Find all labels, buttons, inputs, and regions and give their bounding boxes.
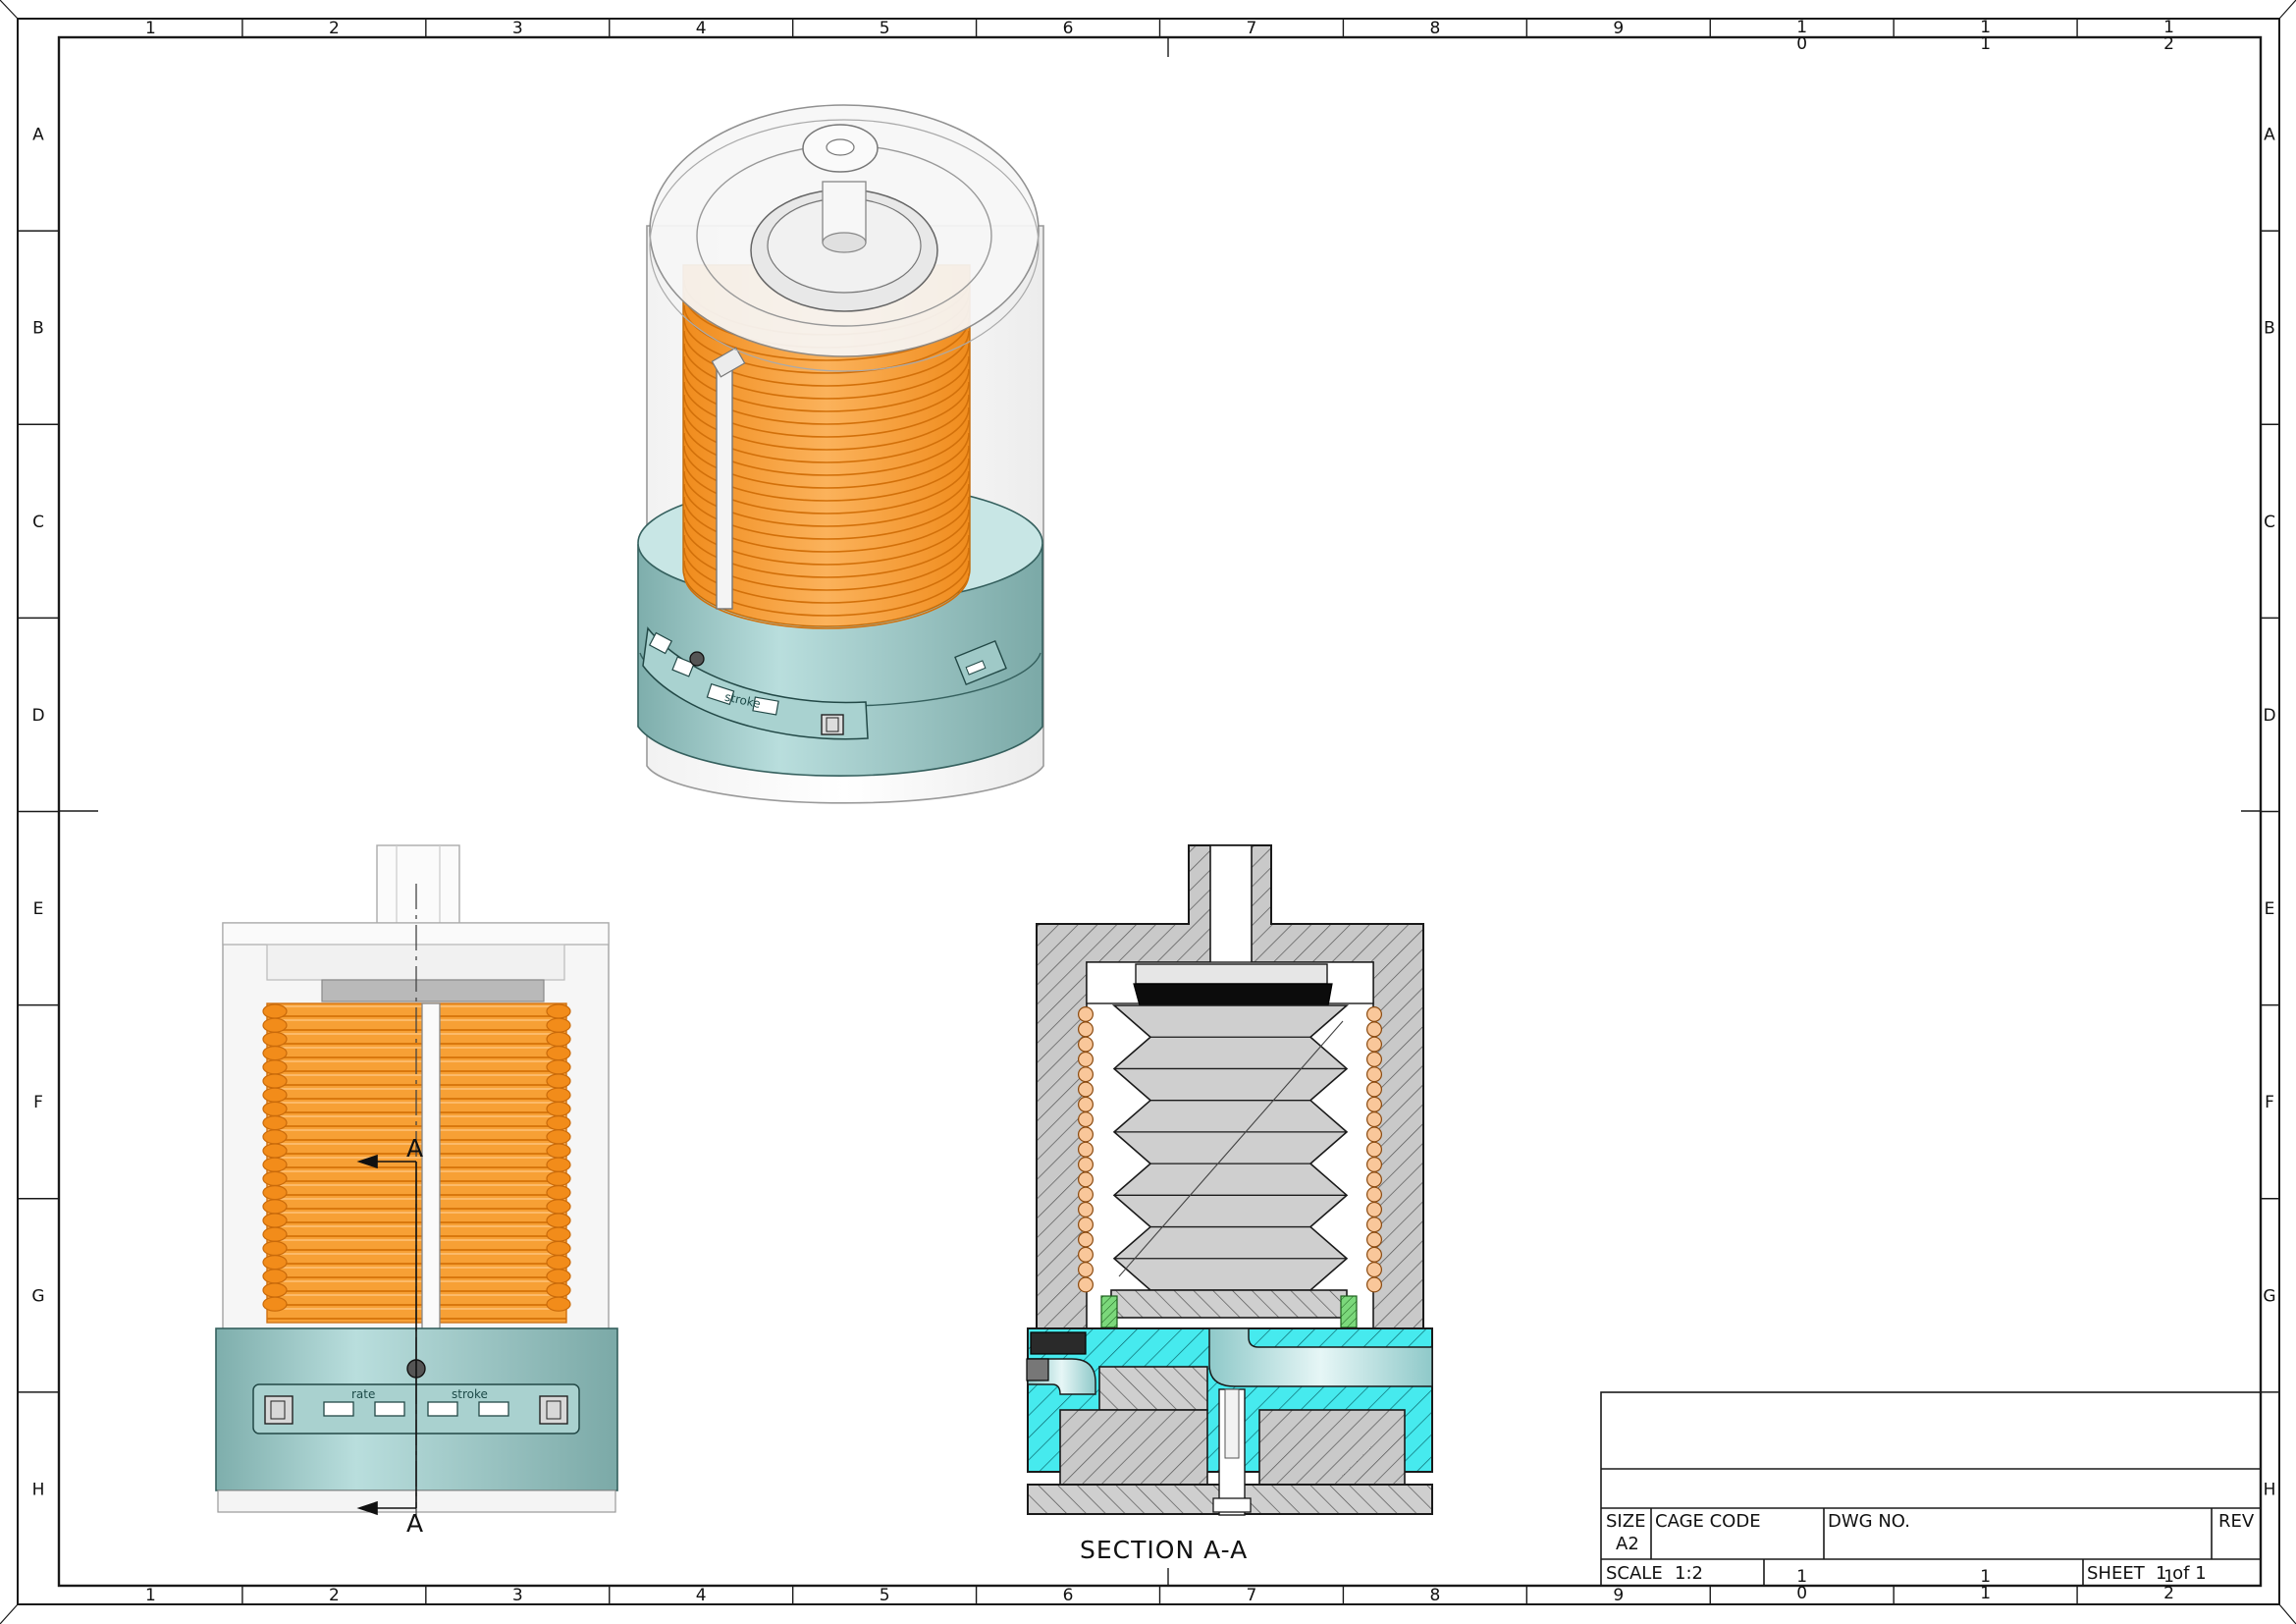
section-marker-bottom: A [406, 1509, 423, 1538]
zone-row-label: H [2264, 1480, 2276, 1499]
front-center-rod [421, 1002, 441, 1333]
zone-column-label: 2 [329, 19, 340, 38]
section-bellows-bottom [1110, 1289, 1348, 1319]
zone-column-label: 2 [2163, 1584, 2174, 1603]
cage-code-label: CAGE CODE [1655, 1511, 1761, 1532]
rev-label: REV [2218, 1511, 2255, 1532]
zone-column-label: 6 [1063, 1586, 1074, 1605]
section-seal-left [1100, 1295, 1118, 1328]
isometric-view: stroke [637, 104, 1044, 804]
zone-row-label: H [32, 1480, 45, 1499]
zone-column-label: 1 [145, 19, 156, 38]
zone-column-label: 9 [1613, 1586, 1624, 1605]
section-coil-left [1077, 1005, 1094, 1293]
zone-column-label: 5 [880, 1586, 890, 1605]
zone-row-label: E [2265, 899, 2275, 919]
zone-column-label: 2 [329, 1586, 340, 1605]
section-lower-left [1059, 1409, 1208, 1488]
zone-column-label: 8 [1429, 19, 1440, 38]
zone-row-label: E [33, 899, 44, 919]
front-rate-label: rate [351, 1387, 375, 1401]
section-coil-right [1365, 1005, 1382, 1293]
drawing-sheet: 112233445566778899101011111212A AB BC CD DE E… [0, 0, 2296, 1624]
zone-column-label: 7 [1247, 19, 1257, 38]
zone-row-label: A [2264, 126, 2275, 145]
title-block [1600, 1391, 2262, 1587]
zone-column-label: 0 [1796, 1584, 1807, 1603]
scale-label: SCALE [1606, 1563, 1663, 1584]
section-bellows-top [1135, 963, 1328, 985]
zone-column-label: 3 [512, 19, 523, 38]
zone-column-label: 4 [696, 19, 707, 38]
zone-column-label: 9 [1613, 19, 1624, 38]
zone-row-label: B [32, 319, 44, 339]
zone-column-label: 1 [1980, 1584, 1991, 1603]
zone-row-label: D [31, 706, 44, 726]
sheet-value: 1 of 1 [2156, 1563, 2207, 1584]
zone-row-label: G [2263, 1286, 2275, 1306]
zone-row-label: B [2264, 319, 2275, 339]
zone-column-label: 3 [512, 1586, 523, 1605]
front-view: rate stroke A A [215, 844, 618, 1538]
zone-row-label: F [2265, 1093, 2274, 1112]
section-view: SECTION A-A [1026, 844, 1433, 1564]
zone-row-label: A [32, 126, 44, 145]
size-value: A2 [1616, 1534, 1639, 1554]
section-seal-right [1340, 1295, 1358, 1328]
zone-row-label: D [2263, 706, 2275, 726]
zone-column-label: 7 [1247, 1586, 1257, 1605]
sheet-label: SHEET [2087, 1563, 2146, 1584]
scale-value: 1:2 [1675, 1563, 1703, 1584]
section-marker-top: A [406, 1134, 423, 1163]
section-valve-block [1098, 1366, 1208, 1411]
front-stroke-label: stroke [452, 1387, 488, 1401]
zone-column-label: 1 [1980, 34, 1991, 54]
zone-row-label: C [32, 513, 44, 532]
zone-column-label: 6 [1063, 19, 1074, 38]
size-label: SIZE [1606, 1511, 1645, 1532]
zone-column-label: 5 [880, 19, 890, 38]
zone-column-label: 0 [1796, 34, 1807, 54]
zone-column-label: 8 [1429, 1586, 1440, 1605]
zone-row-label: F [33, 1093, 43, 1112]
zone-column-label: 1 [145, 1586, 156, 1605]
section-bellows [1111, 1004, 1350, 1291]
title-block-text: SIZE A2 CAGE CODE DWG NO. REV SCALE 1:2 … [1606, 1511, 2255, 1584]
iso-guide-rod [716, 362, 733, 610]
zone-column-label: 4 [696, 1586, 707, 1605]
dwg-no-label: DWG NO. [1828, 1511, 1910, 1532]
front-top-port [376, 844, 460, 927]
zone-column-label: 2 [2163, 34, 2174, 54]
zone-row-label: C [2264, 513, 2275, 532]
section-title: SECTION A-A [1080, 1536, 1248, 1564]
zone-row-label: G [31, 1286, 44, 1306]
iso-knob [689, 651, 705, 667]
section-lower-right [1258, 1409, 1406, 1488]
